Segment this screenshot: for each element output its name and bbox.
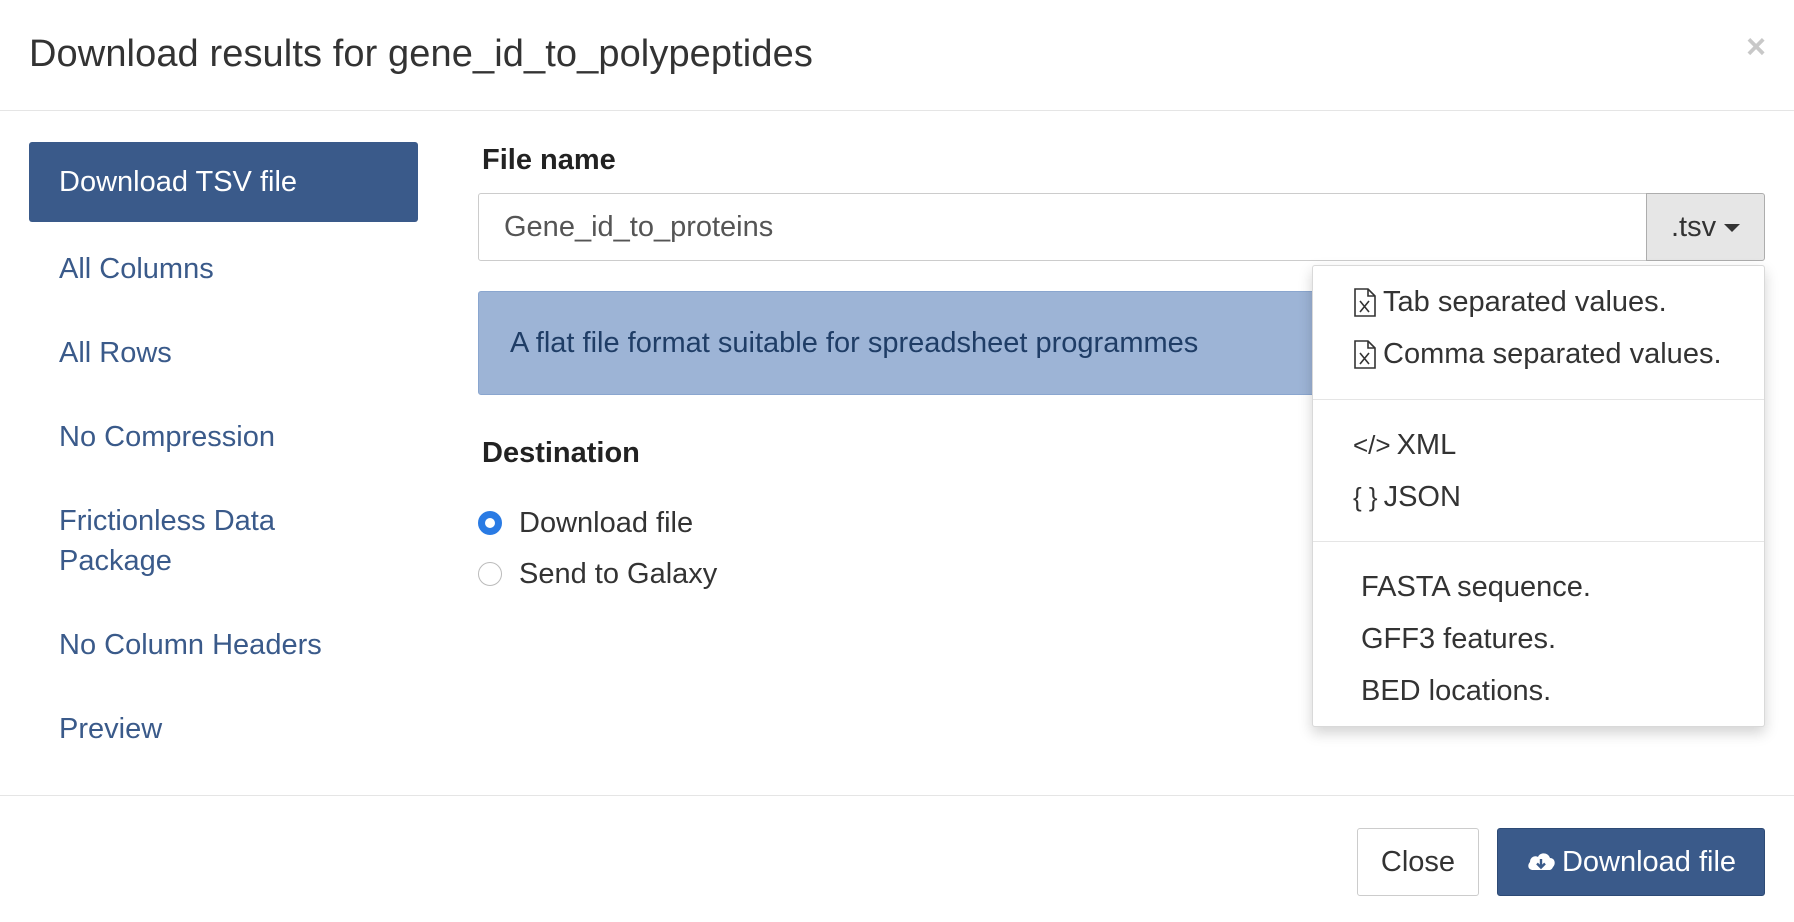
file-name-input[interactable]: Gene_id_to_proteins (478, 193, 1647, 261)
sidebar-item-download-tsv[interactable]: Download TSV file (29, 142, 418, 222)
modal-title: Download results for gene_id_to_polypept… (29, 33, 813, 75)
menu-item-xml[interactable]: </> XML (1313, 419, 1764, 471)
menu-item-gff3[interactable]: GFF3 features. (1313, 613, 1764, 665)
modal-header: Download results for gene_id_to_polypept… (0, 0, 1794, 111)
sidebar-item-no-compression[interactable]: No Compression (29, 417, 418, 457)
cloud-download-icon (1528, 853, 1555, 870)
destination-send-to-galaxy-label: Send to Galaxy (519, 557, 718, 590)
destination-send-to-galaxy[interactable]: Send to Galaxy (478, 554, 717, 594)
destination-download-file[interactable]: Download file (478, 503, 693, 543)
menu-item-tsv[interactable]: Tab separated values. (1313, 276, 1764, 328)
sidebar-item-no-column-headers[interactable]: No Column Headers (29, 625, 418, 665)
download-modal: Download results for gene_id_to_polypept… (0, 0, 1794, 922)
sidebar-item-all-columns[interactable]: All Columns (29, 249, 418, 289)
download-file-button[interactable]: Download file (1497, 828, 1765, 896)
caret-down-icon (1724, 224, 1741, 233)
close-button[interactable]: Close (1357, 828, 1479, 896)
braces-icon: { } (1353, 482, 1378, 512)
code-icon: </> (1353, 430, 1391, 460)
sidebar-item-frictionless-data-package[interactable]: Frictionless Data Package (29, 501, 329, 581)
menu-item-xml-label: XML (1396, 429, 1457, 461)
menu-item-fasta[interactable]: FASTA sequence. (1313, 561, 1764, 613)
menu-item-csv-label: Comma separated values. (1383, 338, 1722, 370)
extension-label: .tsv (1671, 211, 1717, 243)
file-name-group: Gene_id_to_proteins .tsv (478, 193, 1765, 261)
menu-item-bed[interactable]: BED locations. (1313, 665, 1764, 717)
file-excel-icon (1354, 287, 1376, 317)
radio-unchecked-icon[interactable] (478, 562, 502, 586)
file-excel-icon (1354, 339, 1376, 369)
menu-item-csv[interactable]: Comma separated values. (1313, 328, 1764, 380)
download-file-button-label: Download file (1561, 846, 1737, 878)
destination-download-file-label: Download file (519, 506, 694, 539)
sidebar-item-all-rows[interactable]: All Rows (29, 333, 418, 373)
sidebar-item-preview[interactable]: Preview (29, 709, 418, 749)
format-dropdown-menu: Tab separated values. Comma separated va… (1312, 265, 1765, 727)
destination-label: Destination (482, 437, 640, 469)
menu-divider (1313, 541, 1764, 542)
file-name-label: File name (482, 144, 616, 176)
extension-dropdown-button[interactable]: .tsv (1646, 193, 1765, 261)
close-icon[interactable]: × (1746, 30, 1766, 64)
menu-item-tsv-label: Tab separated values. (1383, 286, 1667, 318)
menu-item-json-label: JSON (1383, 481, 1461, 513)
options-sidebar: Download TSV file All Columns All Rows N… (29, 142, 418, 749)
menu-item-json[interactable]: { } JSON (1313, 471, 1764, 523)
radio-checked-icon[interactable] (478, 511, 502, 535)
modal-footer: Close Download file (0, 795, 1794, 922)
menu-divider (1313, 399, 1764, 400)
